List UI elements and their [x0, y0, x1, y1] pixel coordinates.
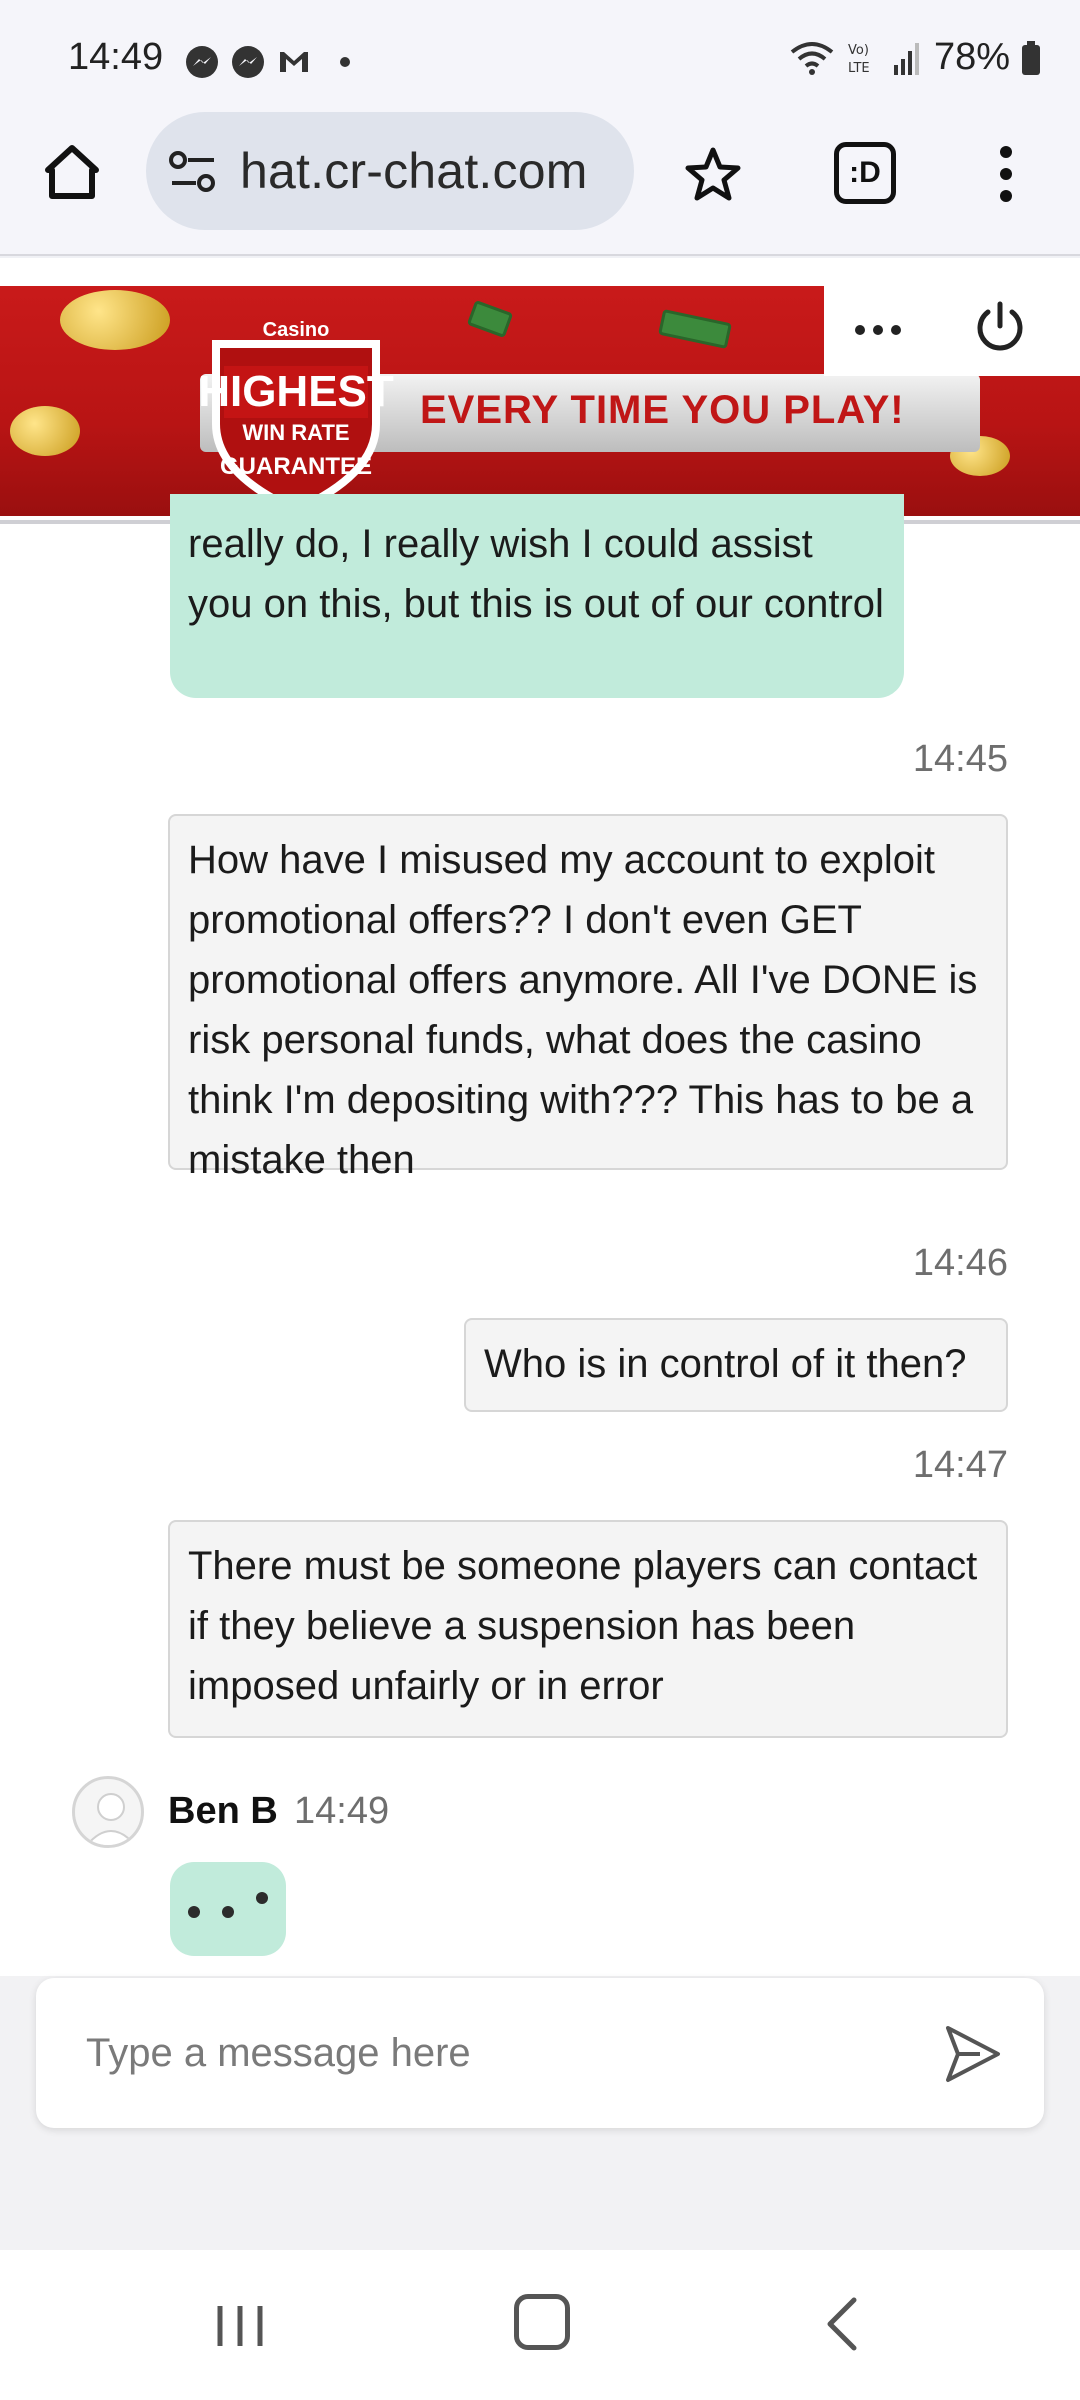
- browser-toolbar: hat.cr-chat.com :D: [0, 110, 1080, 256]
- back-icon[interactable]: [822, 2294, 862, 2354]
- status-time: 14:49: [68, 36, 164, 78]
- recent-apps-icon[interactable]: [212, 2302, 268, 2350]
- agent-header: Ben B 14:49: [72, 1776, 389, 1848]
- more-options-icon[interactable]: [848, 300, 908, 360]
- messenger-icon: [186, 46, 218, 78]
- message-timestamp: 14:47: [912, 1444, 1008, 1486]
- address-bar[interactable]: hat.cr-chat.com: [146, 112, 634, 230]
- typing-indicator: [170, 1862, 286, 1956]
- more-notifications-dot: [340, 57, 350, 67]
- message-timestamp: 14:46: [912, 1242, 1008, 1284]
- agent-timestamp: 14:49: [294, 1790, 390, 1832]
- volte-icon: Vo) LTE: [848, 43, 870, 76]
- send-icon[interactable]: [940, 2022, 1004, 2086]
- banner-tagline: EVERY TIME YOU PLAY!: [420, 388, 905, 432]
- avatar: [72, 1776, 144, 1848]
- home-nav-button[interactable]: [514, 2294, 570, 2350]
- casino-banner-ad[interactable]: EVERY TIME YOU PLAY! Casino HIGHEST WIN …: [0, 286, 1080, 516]
- messenger-icon: [232, 46, 264, 78]
- svg-text:GUARANTEE: GUARANTEE: [220, 453, 372, 480]
- url-text: hat.cr-chat.com: [240, 143, 588, 199]
- bookmark-star-icon[interactable]: [684, 146, 742, 204]
- user-message-bubble: Who is in control of it then?: [464, 1318, 1008, 1412]
- svg-text:Vo): Vo): [848, 43, 869, 58]
- wifi-icon: [790, 41, 834, 75]
- message-timestamp: 14:45: [912, 738, 1008, 780]
- svg-text:Casino: Casino: [263, 319, 330, 341]
- agent-message-bubble: really do, I really wish I could assist …: [170, 494, 904, 698]
- message-composer: [36, 1978, 1044, 2128]
- message-input[interactable]: [86, 2018, 906, 2088]
- typing-dot: [222, 1906, 234, 1918]
- composer-area: [0, 1976, 1080, 2250]
- power-icon[interactable]: [970, 296, 1030, 356]
- user-message-bubble: There must be someone players can contac…: [168, 1520, 1008, 1738]
- notification-icons: [184, 44, 350, 80]
- status-bar: 14:49 Vo) LTE 78%: [0, 0, 1080, 110]
- system-status: Vo) LTE 78%: [790, 36, 1040, 79]
- battery-icon: [1022, 40, 1040, 75]
- battery-percent: 78%: [933, 36, 1010, 78]
- system-navigation-bar: [0, 2250, 1080, 2400]
- highest-win-rate-shield-logo: Casino HIGHEST WIN RATE GUARANTEE: [198, 319, 394, 514]
- tab-switcher-button[interactable]: :D: [834, 142, 896, 204]
- svg-text:WIN RATE: WIN RATE: [242, 420, 349, 445]
- site-settings-icon[interactable]: [168, 150, 218, 194]
- svg-text:HIGHEST: HIGHEST: [198, 367, 394, 416]
- signal-icon: [893, 42, 919, 75]
- cash-decoration: [658, 309, 732, 349]
- user-message-bubble: How have I misused my account to exploit…: [168, 814, 1008, 1182]
- agent-name: Ben B: [168, 1790, 278, 1832]
- gmail-icon: [280, 52, 308, 72]
- cash-decoration: [466, 299, 514, 339]
- svg-text:LTE: LTE: [848, 61, 870, 76]
- user-silhouette-icon: [86, 1793, 136, 1845]
- typing-dot: [256, 1892, 268, 1904]
- gold-coin-decoration: [60, 290, 170, 350]
- chat-page: EVERY TIME YOU PLAY! Casino HIGHEST WIN …: [0, 258, 1080, 2250]
- overflow-menu-icon[interactable]: [996, 144, 1016, 204]
- gold-coin-decoration: [10, 406, 80, 456]
- typing-dot: [188, 1906, 200, 1918]
- home-icon[interactable]: [40, 140, 104, 204]
